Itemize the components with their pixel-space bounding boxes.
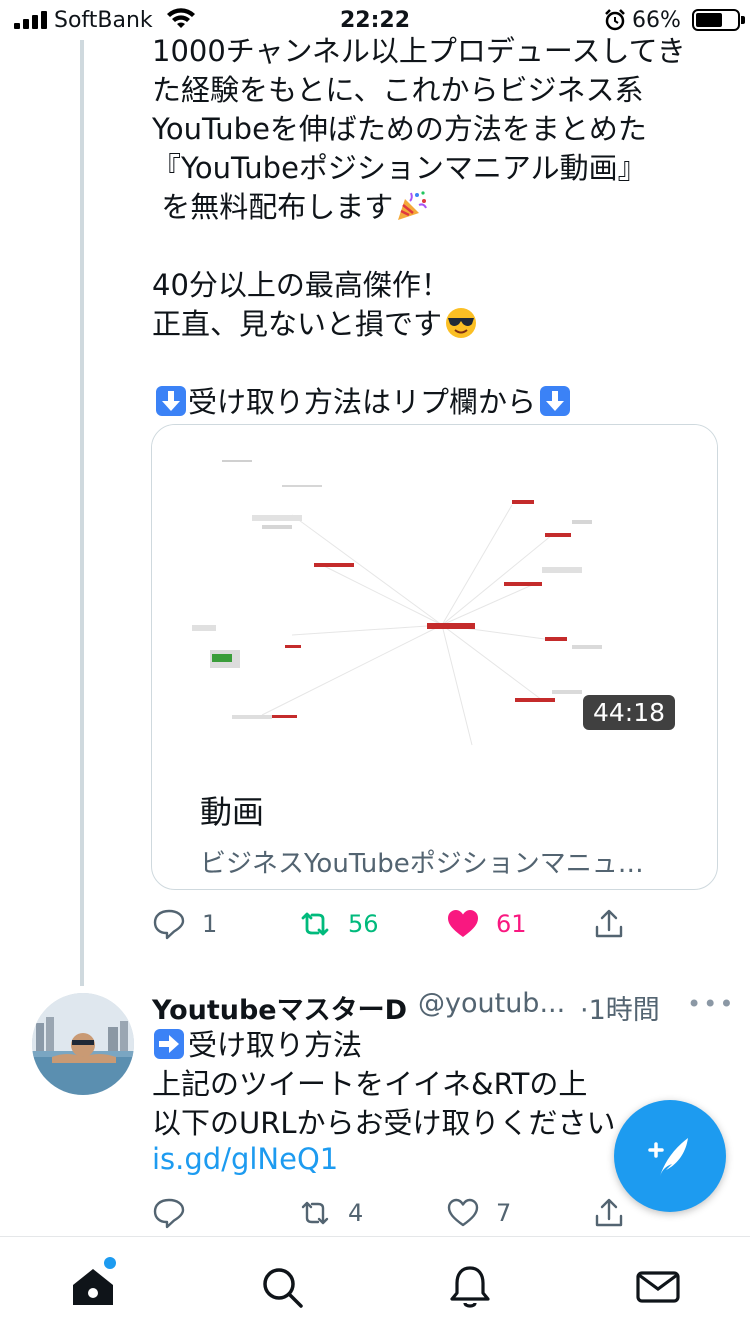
tweet2-text: 受け取り方法 上記のツイートをイイネ&RTの上 以下のURLからお受け取りくださ… [152,1028,616,1140]
profile-photo-pool [32,993,134,1095]
avatar[interactable] [32,993,134,1095]
new-tweets-indicator [104,1257,116,1269]
retweet-count: 4 [348,1199,364,1227]
reply-button[interactable]: 1 [152,904,217,944]
like-count: 61 [496,910,527,938]
like-button[interactable]: 7 [446,1193,511,1233]
tweet-body: 1000チャンネル以上プロデュースしてき た経験をもとに、これからビジネス系 Y… [152,32,686,422]
messages-icon[interactable] [634,1263,682,1311]
bottom-navigation [0,1236,750,1334]
more-options-button[interactable]: ••• [687,990,735,1018]
battery-percent: 66% [632,8,681,33]
tweet-timestamp[interactable]: ·1時間 [580,988,660,1027]
like-count: 7 [496,1199,512,1227]
retweet-button[interactable]: 56 [298,904,379,944]
sunglasses-face-emoji-icon [446,308,477,338]
reply-button[interactable] [152,1193,186,1233]
video-duration-badge: 44:18 [583,695,676,730]
tweet2-header: YoutubeマスターD @youtub... ·1時間 ••• [152,988,733,1027]
retweet-icon [301,1201,329,1225]
tweet-text-part2: 40分以上の最高傑作！ 正直、見ないと損です [152,268,450,341]
tweet-text-part3: 受け取り方法はリプ欄から [188,385,537,419]
card-subtitle: ビジネスYouTubeポジションマニュ… [200,849,644,879]
author-name[interactable]: YoutubeマスターD [152,988,407,1027]
reply-icon [153,909,185,940]
battery-icon [692,9,740,31]
battery-tip [741,16,745,24]
tweet2-action-bar: 4 7 [152,1193,632,1233]
down-arrow-emoji-icon [156,386,186,416]
retweet-icon [301,912,329,936]
share-button[interactable] [592,904,626,944]
party-popper-emoji-icon [398,191,428,220]
down-arrow-emoji-icon [540,386,571,416]
compose-feather-icon [648,1138,688,1176]
reply-count: 1 [202,910,218,938]
tweet1-action-bar: 1 56 61 [152,904,632,944]
retweet-count: 56 [348,910,379,938]
share-button[interactable] [592,1193,626,1233]
card-title: 動画 [200,793,265,831]
tweet2-body: 受け取り方法 上記のツイートをイイネ&RTの上 以下のURLからお受け取りくださ… [152,1026,616,1143]
tweet-link[interactable]: is.gd/glNeQ1 [152,1142,338,1176]
share-icon [595,1198,623,1227]
share-icon [595,909,623,938]
alarm-icon [605,9,625,31]
heart-filled-icon [448,910,478,937]
reply-icon [153,1198,185,1229]
search-icon[interactable] [258,1263,306,1311]
right-arrow-emoji-icon [154,1029,184,1059]
compose-tweet-button[interactable] [614,1100,726,1212]
thread-connector-line [80,40,84,986]
notifications-icon[interactable] [446,1263,494,1311]
author-handle[interactable]: @youtub... [418,988,565,1019]
like-button[interactable]: 61 [446,904,527,944]
retweet-button[interactable]: 4 [298,1193,363,1233]
home-icon[interactable] [69,1263,117,1311]
video-link-card[interactable]: 44:18 動画 ビジネスYouTubeポジションマニュ… [151,424,718,890]
heart-outline-icon [447,1198,479,1227]
